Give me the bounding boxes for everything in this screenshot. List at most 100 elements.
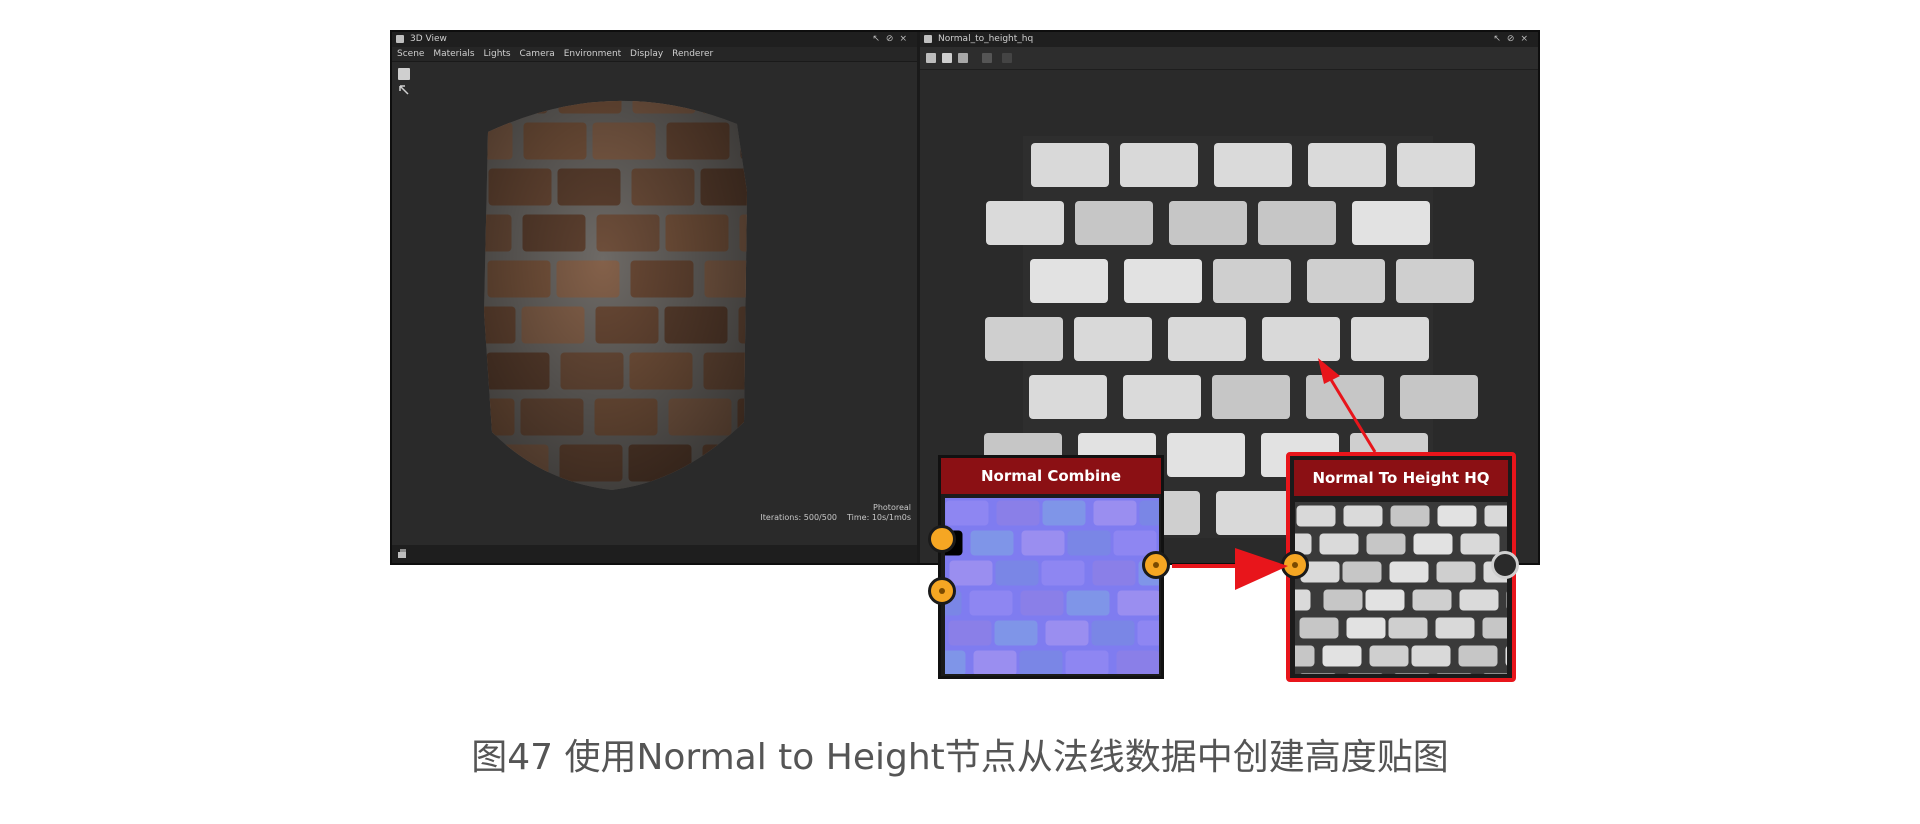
brick-texture-cell (1168, 317, 1246, 361)
brick-texture-cell (1484, 505, 1507, 527)
stone-cylinder-render (398, 68, 747, 528)
brick-texture-cell (1021, 530, 1065, 556)
brick-texture-cell (1019, 650, 1063, 674)
input-port-1[interactable] (928, 525, 956, 553)
brick-texture-cell (1299, 617, 1339, 639)
export-icon[interactable] (958, 53, 968, 63)
brick-texture-cell (1216, 491, 1294, 535)
brick-texture-cell (1347, 673, 1383, 674)
brick-texture-cell (1167, 433, 1245, 477)
figure-caption: 图47 使用Normal to Height节点从法线数据中创建高度贴图 (471, 737, 1449, 778)
brick-texture-cell (945, 500, 989, 526)
brick-texture-cell (1093, 500, 1137, 526)
brick-texture-cell (1365, 589, 1405, 611)
close-icon[interactable]: × (1520, 34, 1534, 44)
brick-texture-cell (1123, 375, 1201, 419)
brick-texture-cell (1074, 317, 1152, 361)
brick-texture-cell (1258, 201, 1336, 245)
brick-texture-cell (1400, 375, 1478, 419)
brick-texture-cell (1020, 590, 1064, 616)
brick-texture-cell (1437, 505, 1477, 527)
node-normal-to-height-hq[interactable]: Normal To Height HQ (1286, 452, 1516, 682)
brick-texture-cell (969, 590, 1013, 616)
brick-texture-cell (1346, 617, 1386, 639)
normal-map-thumbnail (945, 498, 1159, 674)
input-port[interactable] (1281, 551, 1309, 579)
brick-texture-cell (701, 100, 747, 114)
brick-texture-cell (994, 620, 1038, 646)
output-port[interactable] (1142, 551, 1170, 579)
brick-texture-cell (1388, 617, 1428, 639)
output-port[interactable] (1491, 551, 1519, 579)
2d-view-titlebar[interactable]: Normal_to_height_hq ↖⊘× (920, 32, 1538, 47)
menu-display[interactable]: Display (630, 49, 663, 59)
brick-texture-cell (1412, 589, 1452, 611)
input-port-2[interactable] (928, 577, 956, 605)
pin-icon[interactable]: ↖ (872, 34, 886, 44)
arrow-tool-icon[interactable] (399, 85, 409, 95)
brick-texture-cell (1066, 590, 1110, 616)
brick-texture-cell (1296, 505, 1336, 527)
brick-texture-cell (702, 444, 747, 482)
window-icon (396, 35, 404, 43)
menu-lights[interactable]: Lights (483, 49, 510, 59)
time-readout: Time: 10s/1m0s (847, 513, 911, 522)
node-normal-combine[interactable]: Normal Combine (938, 455, 1164, 679)
brick-texture-cell (1214, 143, 1292, 187)
brick-texture-cell (740, 122, 747, 160)
float-icon[interactable]: ⊘ (1507, 34, 1521, 44)
brick-texture-cell (1075, 201, 1153, 245)
window-icon (924, 35, 932, 43)
brick-texture-cell (451, 491, 514, 528)
3d-view-statusbar (392, 545, 917, 563)
brick-texture-cell (1351, 317, 1429, 361)
float-icon[interactable]: ⊘ (886, 34, 900, 44)
3d-view-titlebar[interactable]: 3D View ↖⊘× (392, 32, 917, 47)
brick-texture-cell (1041, 560, 1085, 586)
brick-texture-cell (1352, 201, 1430, 245)
node-title: Normal To Height HQ (1294, 460, 1508, 496)
brick-texture-cell (1460, 533, 1500, 555)
brick-texture-cell (1092, 560, 1136, 586)
brick-texture-cell (1262, 317, 1340, 361)
brick-texture-cell (1482, 617, 1507, 639)
brick-texture-cell (1300, 673, 1336, 674)
brick-texture-cell (1139, 500, 1159, 526)
brick-texture-cell (1411, 645, 1451, 667)
brick-texture-cell (949, 560, 993, 586)
brick-texture-cell (1396, 259, 1474, 303)
brick-texture-cell (1319, 533, 1359, 555)
menu-materials[interactable]: Materials (433, 49, 474, 59)
brick-texture-cell (996, 500, 1040, 526)
menu-renderer[interactable]: Renderer (672, 49, 713, 59)
brick-texture-cell (945, 650, 966, 674)
channels-icon[interactable] (926, 53, 936, 63)
brick-texture-cell (1366, 533, 1406, 555)
menu-environment[interactable]: Environment (564, 49, 621, 59)
select-tool-icon[interactable] (398, 68, 410, 80)
brick-texture-cell (1042, 500, 1086, 526)
brick-texture-cell (739, 214, 747, 252)
brick-texture-cell (1394, 673, 1430, 674)
tile-icon[interactable] (942, 53, 952, 63)
brick-texture-cell (1483, 673, 1507, 674)
brick-texture-cell (986, 201, 1064, 245)
brick-texture-cell (1031, 143, 1109, 187)
menu-camera[interactable]: Camera (520, 49, 555, 59)
brick-texture-cell (985, 317, 1063, 361)
menu-scene[interactable]: Scene (397, 49, 424, 59)
brick-texture-cell (1390, 505, 1430, 527)
zoom-icon[interactable] (982, 53, 992, 63)
brick-texture-cell (1295, 645, 1315, 667)
brick-texture-cell (1308, 143, 1386, 187)
brick-texture-cell (525, 491, 588, 528)
brick-texture-cell (1435, 617, 1475, 639)
brick-texture-cell (1116, 650, 1159, 674)
render-mode: Photoreal (873, 503, 911, 512)
close-icon[interactable]: × (899, 34, 913, 44)
brick-texture-cell (1212, 375, 1290, 419)
pin-icon[interactable]: ↖ (1493, 34, 1507, 44)
options-icon[interactable] (1002, 53, 1012, 63)
3d-viewport[interactable]: Photoreal Iterations: 500/500 Time: 10s/1… (392, 62, 917, 545)
brick-texture-cell (970, 530, 1014, 556)
